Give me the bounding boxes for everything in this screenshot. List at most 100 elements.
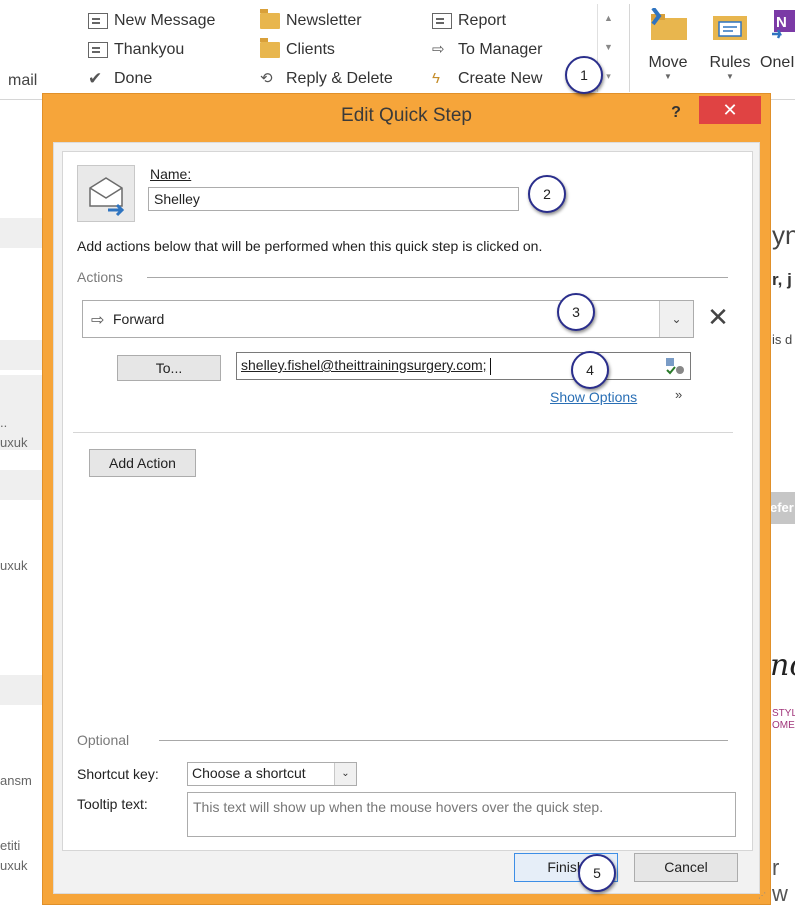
quick-step-label: Clients [286,41,335,58]
name-field[interactable]: Shelley [148,187,519,211]
callout-marker: 3 [557,293,595,331]
chevron-down-icon: ▼ [664,72,672,81]
onenote-icon: N [770,8,795,42]
quick-step-clients[interactable]: Clients [260,38,335,59]
svg-text:N: N [776,14,787,31]
move-button[interactable]: Move ▼ [638,6,698,81]
reading-pane-fragment: OME [772,720,795,731]
mail-tab-fragment[interactable]: mail [8,72,37,90]
reading-pane-fragment: efer [770,492,795,524]
envelope-forward-icon [89,177,125,217]
name-label: Name: [150,166,191,182]
quick-step-new-message[interactable]: New Message [88,12,215,30]
move-label: Move [648,54,688,71]
optional-divider [159,740,728,741]
quick-step-done[interactable]: ✔ Done [88,70,152,88]
quick-step-thankyou[interactable]: Thankyou [88,41,184,59]
instructions-text: Add actions below that will be performed… [77,238,543,254]
list-band [0,340,45,370]
reply-delete-icon: ⟲ [260,70,273,87]
quick-step-reply-delete[interactable]: ⟲ Reply & Delete [260,70,393,88]
check-names-icon[interactable] [665,357,685,375]
scroll-up-icon[interactable]: ▲ [598,4,619,33]
edit-quick-step-dialog: Edit Quick Step ? ✕ Name: Shelley Add ac… [42,93,771,905]
move-folder-icon [647,6,689,42]
list-band [0,675,45,705]
lightning-icon: ϟ [432,70,440,87]
folder-icon [260,38,280,58]
scroll-down-icon[interactable]: ▼ [598,33,619,62]
quick-step-to-manager[interactable]: ⇨ To Manager [432,41,543,59]
actions-divider [147,277,728,278]
to-field-value: shelley.fishel@theittrainingsurgery.com; [241,357,487,373]
mail-icon [88,42,108,58]
quick-step-label: Newsletter [286,12,362,29]
shortcut-key-value: Choose a shortcut [192,765,306,781]
help-button[interactable]: ? [657,100,695,126]
quick-step-label: Create New [458,70,543,87]
actions-legend: Actions [77,269,123,285]
to-button[interactable]: To... [117,355,221,381]
reading-pane-fragment: is d [772,332,793,347]
callout-marker: 1 [565,56,603,94]
reading-pane-fragment: yn [772,220,795,250]
action-select[interactable]: ⇨ Forward ⌄ [82,300,694,338]
chevron-down-icon: ▼ [726,72,734,81]
close-button[interactable]: ✕ [699,96,761,124]
quick-step-create-new[interactable]: ϟ Create New [432,70,542,88]
shortcut-key-label: Shortcut key: [77,766,159,782]
mail-icon [88,13,108,29]
shortcut-key-select[interactable]: Choose a shortcut ⌄ [187,762,357,786]
ribbon-separator [629,4,630,92]
quick-step-report[interactable]: Report [432,12,506,30]
reading-pane-fragment: r w [772,855,788,906]
list-item-fragment: uxuk [0,858,28,873]
chevron-down-icon[interactable]: ⌄ [334,763,356,785]
list-band [0,470,45,500]
rules-label: Rules [709,54,751,71]
tooltip-text-label: Tooltip text: [77,796,148,812]
quick-step-label: Thankyou [114,41,185,58]
action-select-value: Forward [113,311,165,327]
cancel-button[interactable]: Cancel [634,853,738,882]
forward-icon: ⇨ [432,41,445,58]
callout-marker: 5 [578,854,616,892]
chevron-down-icon[interactable]: ⌄ [659,301,693,337]
quick-step-label: Report [458,12,507,29]
quick-step-label: Reply & Delete [286,70,393,87]
remove-action-button[interactable]: ✕ [703,302,733,332]
double-chevron-down-icon[interactable]: » [675,387,682,402]
forward-icon: ⇨ [91,312,105,329]
list-band [0,218,45,248]
quick-step-panel: Name: Shelley Add actions below that wil… [62,151,753,851]
to-field[interactable]: shelley.fishel@theittrainingsurgery.com; [236,352,691,380]
add-action-button[interactable]: Add Action [89,449,196,477]
list-item-fragment: ansm [0,773,32,788]
list-item-fragment: uxuk [0,558,28,573]
quick-step-icon-button[interactable] [77,165,135,222]
reading-pane-fragment: nc [770,648,795,683]
list-item-fragment: etiti [0,838,21,853]
mail-icon [432,13,452,29]
list-item-fragment: uxuk [0,435,28,450]
list-item-fragment: .. [0,415,8,430]
folder-icon [260,9,280,29]
rules-button[interactable]: Rules ▼ [700,8,760,81]
onenote-button[interactable]: N OneI [760,8,795,72]
show-options-link[interactable]: Show Options [550,389,637,405]
quick-step-newsletter[interactable]: Newsletter [260,9,362,30]
callout-marker: 2 [528,175,566,213]
resize-grip-icon[interactable]: ⋰ [758,891,766,900]
message-list-background: .. uxuk uxuk ansm etiti uxuk [0,100,45,910]
onenote-label: OneI [760,54,795,71]
optional-legend: Optional [77,732,130,748]
tooltip-text-field[interactable]: This text will show up when the mouse ho… [187,792,736,837]
quick-step-label: Done [114,70,153,87]
reading-pane-background: yn r, j is d efer nc STYLI OME r w [770,100,795,910]
check-icon: ✔ [88,69,103,88]
callout-marker: 4 [571,351,609,389]
quick-step-label: To Manager [458,41,543,58]
ribbon: mail New Message Thankyou ✔ Done Newslet… [0,0,795,100]
quick-step-label: New Message [114,12,216,29]
rules-icon [709,8,751,42]
